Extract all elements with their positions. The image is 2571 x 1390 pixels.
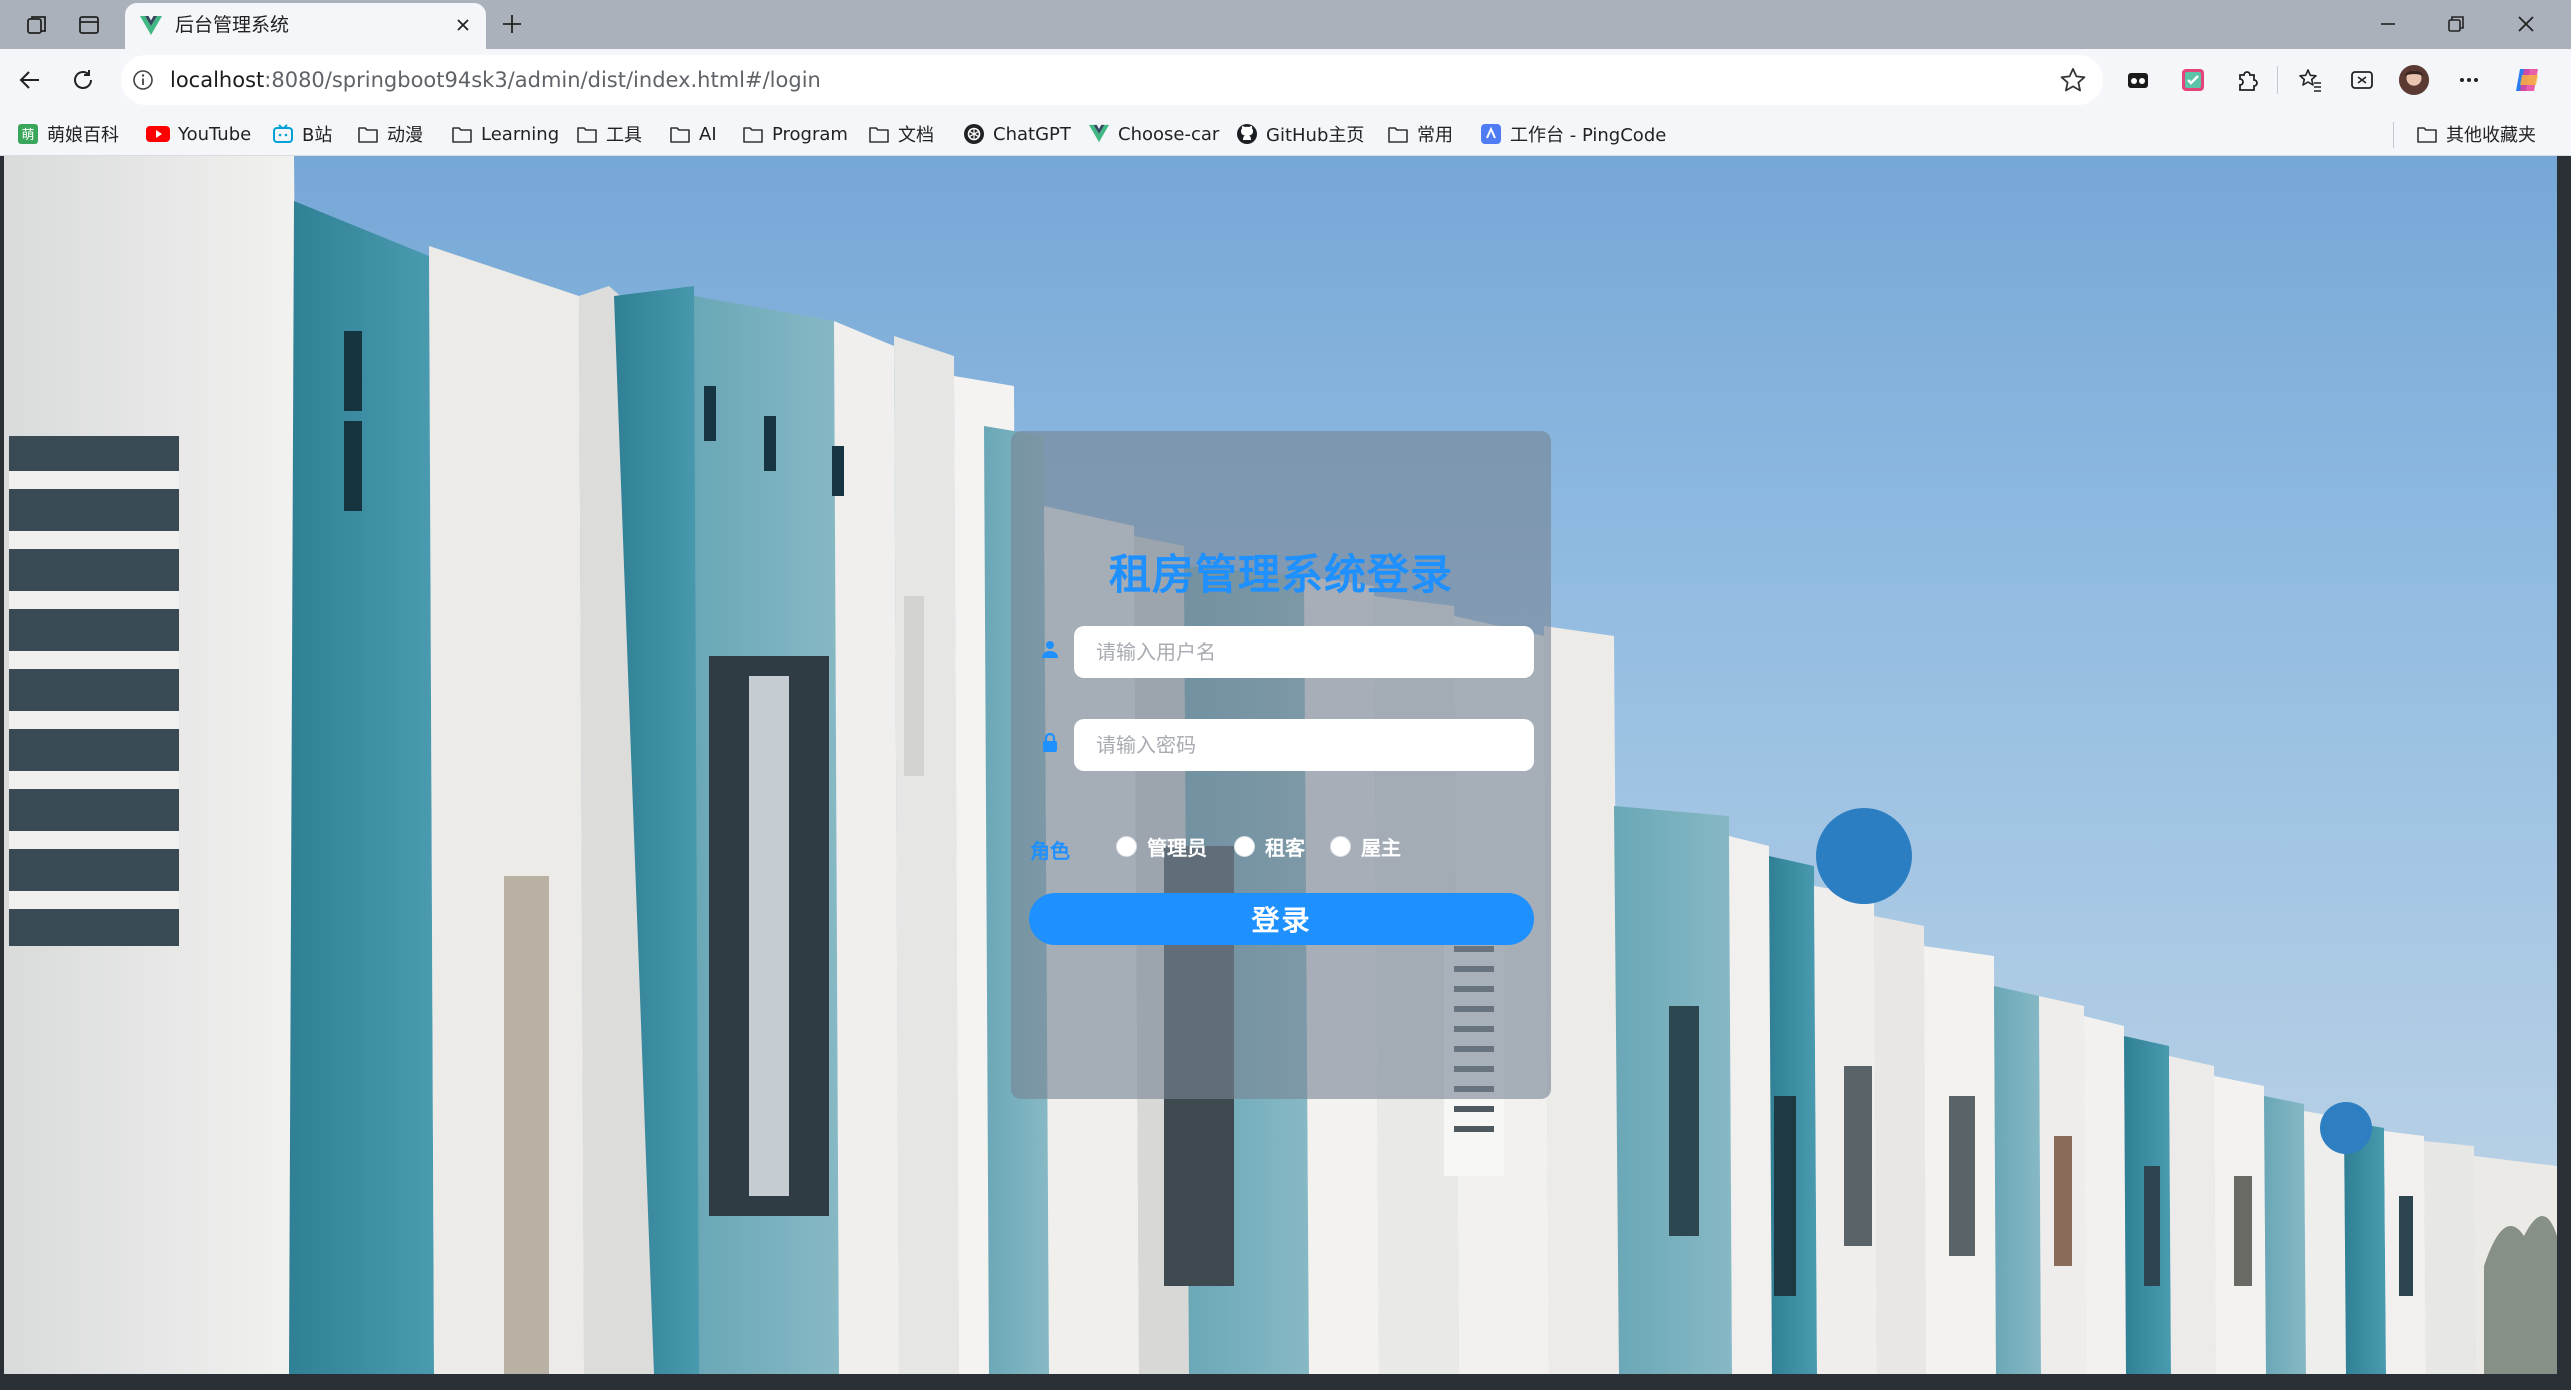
bookmark-label: 工具 [606,125,642,146]
workspaces-icon[interactable] [22,10,51,39]
back-icon[interactable] [14,64,46,96]
moegirl-icon: 萌 [18,124,38,144]
bookmark-youtube[interactable]: YouTube [146,120,251,148]
copilot-icon[interactable] [2511,64,2543,96]
favorites-icon[interactable] [2294,64,2326,96]
login-button[interactable]: 登录 [1029,893,1534,945]
new-tab-button[interactable] [497,9,527,39]
bookmark-label: 文档 [898,125,934,146]
bookmark-label: Program [772,123,848,145]
bookmark-label: 动漫 [387,125,423,146]
address-bar[interactable]: localhost:8080/springboot94sk3/admin/dis… [121,55,2103,105]
bookmark-folder-ai[interactable]: AI [669,120,717,148]
role-radio-admin[interactable]: 管理员 [1116,831,1207,861]
folder-icon [869,127,889,143]
radio-label: 租客 [1265,835,1305,860]
bookmark-label: Learning [481,123,560,145]
user-icon [1042,641,1058,658]
tab-actions-icon[interactable] [74,10,103,39]
extension-glasses-icon[interactable] [2122,64,2154,96]
folder-icon [1388,127,1408,143]
folder-icon [577,127,597,143]
bookmark-label: B站 [302,125,333,146]
bookmark-label: AI [699,123,717,145]
username-input[interactable] [1074,626,1534,678]
profile-avatar[interactable] [2398,64,2430,96]
extensions-puzzle-icon[interactable] [2231,64,2263,96]
bookmark-bilibili[interactable]: B站 [272,120,332,148]
bilibili-icon [273,124,293,143]
vue-icon [1089,124,1109,143]
url-host: localhost [170,68,265,92]
bookmark-chatgpt[interactable]: ChatGPT [963,120,1071,148]
chatgpt-icon [964,124,984,144]
bookmark-moegirl[interactable]: 萌 萌娘百科 [17,120,119,148]
radio-circle[interactable] [1330,835,1351,857]
reload-icon[interactable] [67,64,99,96]
svg-text:萌: 萌 [21,128,34,143]
close-window-icon[interactable] [2506,9,2546,39]
bookmark-label: 工作台 - PingCode [1510,125,1667,146]
login-card: 租房管理系统登录 角色 管理员 租客 屋主 登录 [1011,431,1551,1099]
bookmark-label: 萌娘百科 [47,125,119,146]
bookmark-folder-anime[interactable]: 动漫 [357,120,423,148]
bookmark-label: 常用 [1417,125,1453,146]
github-icon [1237,124,1257,144]
browser-toolbar: localhost:8080/springboot94sk3/admin/dis… [0,49,2571,113]
favorite-star-icon[interactable] [2059,66,2087,94]
login-page: 租房管理系统登录 角色 管理员 租客 屋主 登录 [4,156,2557,1374]
vue-favicon-icon [140,16,162,35]
bookmark-pingcode[interactable]: 工作台 - PingCode [1480,120,1666,148]
role-radio-landlord[interactable]: 屋主 [1330,831,1401,861]
role-label: 角色 [1030,839,1070,863]
bookmark-label: Choose-car [1118,123,1220,145]
radio-label: 屋主 [1361,835,1401,860]
url-path: :8080/springboot94sk3/admin/dist/index.h… [264,68,821,92]
youtube-icon [146,126,170,142]
bookmark-folder-program[interactable]: Program [742,120,848,148]
bookmark-label: ChatGPT [993,123,1071,145]
bookmark-label: YouTube [178,123,252,145]
close-tab-icon[interactable] [452,14,474,36]
site-info-icon[interactable] [131,68,155,92]
radio-circle[interactable] [1234,835,1255,857]
lock-icon [1043,732,1057,752]
bookmark-choose-car[interactable]: Choose-car [1088,120,1219,148]
bookmark-folder-learning[interactable]: Learning [451,120,559,148]
taskbar-edge [0,1374,2571,1390]
bookmark-label: 其他收藏夹 [2446,125,2536,146]
collections-icon[interactable] [2346,64,2378,96]
toolbar-separator [2277,66,2278,94]
bookmark-other-favorites[interactable]: 其他收藏夹 [2416,120,2536,148]
pingcode-icon [1481,124,1501,144]
folder-icon [670,127,690,143]
more-options-icon[interactable] [2453,64,2485,96]
bookmarks-separator [2393,122,2394,148]
bookmark-folder-tools[interactable]: 工具 [576,120,642,148]
password-input[interactable] [1074,719,1534,771]
browser-title-bar: 后台管理系统 [0,0,2571,49]
bookmark-label: GitHub主页 [1266,125,1365,146]
url-text[interactable]: localhost:8080/springboot94sk3/admin/dis… [170,67,821,93]
tab-title: 后台管理系统 [175,14,290,36]
folder-icon [2417,127,2437,143]
bookmark-folder-docs[interactable]: 文档 [868,120,934,148]
restore-icon[interactable] [2436,9,2476,39]
folder-icon [358,127,378,143]
bookmark-github[interactable]: GitHub主页 [1236,120,1364,148]
role-radio-tenant[interactable]: 租客 [1234,831,1305,861]
minimize-icon[interactable] [2368,9,2408,39]
bookmark-folder-common[interactable]: 常用 [1387,120,1453,148]
active-tab[interactable]: 后台管理系统 [125,3,486,49]
bookmarks-bar: 萌 萌娘百科 YouTube B站 动漫 Learning 工具 AI Prog… [0,113,2571,156]
login-title: 租房管理系统登录 [1108,550,1453,599]
folder-icon [452,127,472,143]
radio-label: 管理员 [1147,835,1207,860]
folder-icon [743,127,763,143]
extension-check-icon[interactable] [2177,64,2209,96]
radio-circle[interactable] [1116,835,1137,857]
